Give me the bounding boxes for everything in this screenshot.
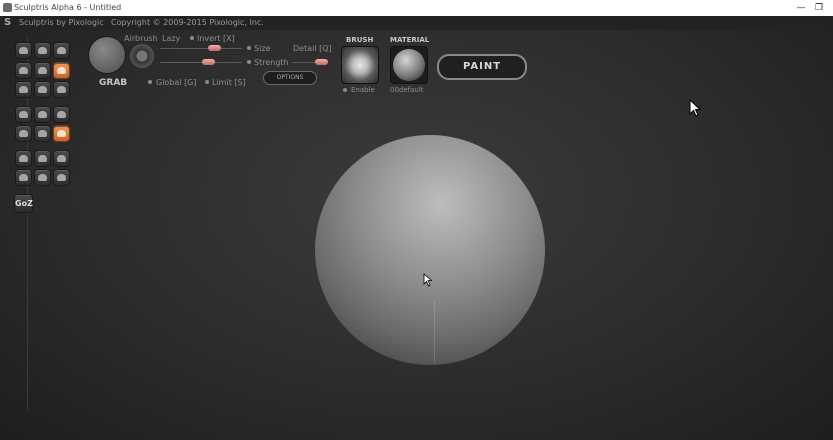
brush-preview-icon — [130, 44, 154, 68]
strength-slider-track[interactable] — [160, 62, 242, 63]
mesh-seam — [434, 300, 435, 362]
strength-slider-handle[interactable] — [202, 59, 215, 65]
sphere-icon[interactable] — [15, 150, 32, 167]
symmetry-toggle-icon[interactable] — [53, 125, 70, 142]
symmetry-icon[interactable] — [15, 106, 32, 123]
grab-brush-icon[interactable] — [88, 36, 126, 74]
app-icon — [3, 3, 12, 12]
global-toggle[interactable]: Global [G] — [156, 78, 197, 87]
inflate-tool-icon[interactable] — [34, 62, 51, 79]
airbrush-toggle[interactable]: Airbrush — [124, 34, 158, 43]
mirror-icon[interactable] — [15, 125, 32, 142]
enable-radio-icon[interactable] — [343, 88, 347, 92]
global-radio-icon[interactable] — [148, 80, 152, 84]
window-title: Sculptris Alpha 6 - Untitled — [14, 3, 122, 12]
minimize-button[interactable]: — — [792, 1, 810, 15]
brush-texture-thumbnail[interactable] — [341, 46, 379, 84]
sculptris-logo-icon: S — [4, 17, 12, 28]
detail-label: Detail [Q] — [293, 44, 332, 53]
material-heading: MATERIAL — [390, 36, 430, 44]
options-button[interactable]: OPTIONS — [263, 71, 317, 85]
material-sphere-icon — [393, 49, 425, 81]
grab-tool-icon[interactable] — [53, 62, 70, 79]
window-titlebar: Sculptris Alpha 6 - Untitled — ❐ — [0, 0, 833, 16]
reduce-tool-icon[interactable] — [53, 81, 70, 98]
maximize-button[interactable]: ❐ — [810, 1, 828, 15]
sculpt-sphere-mesh[interactable] — [315, 135, 545, 365]
brush-heading: BRUSH — [346, 36, 374, 44]
crease-tool-icon[interactable] — [53, 42, 70, 59]
material-name: 00default — [390, 86, 424, 94]
brush-mode-name: GRAB — [99, 78, 128, 88]
mouse-pointer-icon — [689, 99, 701, 117]
brand-text: Sculptris by Pixologic — [19, 18, 104, 27]
size-slider-handle[interactable] — [208, 45, 221, 51]
app-header: S Sculptris by Pixologic Copyright © 200… — [0, 16, 833, 30]
strength-label: Strength — [254, 58, 289, 67]
size-slider-track[interactable] — [160, 48, 242, 49]
size-radio-icon[interactable] — [247, 46, 251, 50]
pinch-tool-icon[interactable] — [34, 81, 51, 98]
export-icon[interactable] — [34, 169, 51, 186]
lazy-toggle[interactable]: Lazy — [162, 34, 180, 43]
paint-button[interactable]: PAINT — [437, 54, 527, 80]
reference-image-icon[interactable] — [53, 169, 70, 186]
limit-toggle[interactable]: Limit [S] — [212, 78, 246, 87]
copyright-text: Copyright © 2009-2015 Pixologic, Inc. — [111, 18, 264, 27]
open-file-icon[interactable] — [34, 150, 51, 167]
draw-tool-icon[interactable] — [15, 42, 32, 59]
wireframe-icon[interactable] — [34, 106, 51, 123]
flatten-tool-icon[interactable] — [15, 62, 32, 79]
size-label: Size — [254, 44, 271, 53]
brush-cursor-icon — [423, 273, 432, 287]
limit-radio-icon[interactable] — [205, 80, 209, 84]
invert-radio-icon[interactable] — [190, 36, 194, 40]
strength-radio-icon[interactable] — [247, 60, 251, 64]
enable-toggle[interactable]: Enable — [351, 86, 375, 94]
save-file-icon[interactable] — [53, 150, 70, 167]
invert-toggle[interactable]: Invert [X] — [197, 34, 235, 43]
import-icon[interactable] — [15, 169, 32, 186]
material-thumbnail[interactable] — [390, 46, 428, 84]
subdivide-icon[interactable] — [53, 106, 70, 123]
reduce-selected-icon[interactable] — [34, 125, 51, 142]
smooth-tool-icon[interactable] — [15, 81, 32, 98]
rotate-tool-icon[interactable] — [34, 42, 51, 59]
detail-slider-handle[interactable] — [315, 59, 328, 65]
goz-button[interactable]: GoZ — [14, 194, 33, 213]
